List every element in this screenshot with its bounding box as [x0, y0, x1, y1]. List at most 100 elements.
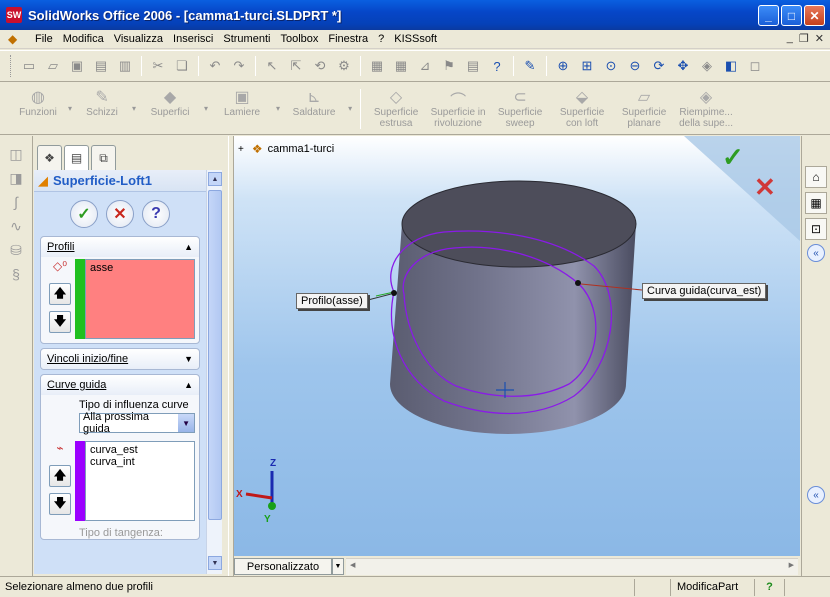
zoom-fit-icon[interactable]: ⊕: [553, 56, 573, 76]
measure-icon[interactable]: ⊿: [415, 56, 435, 76]
display-style-icon[interactable]: ◻: [745, 56, 765, 76]
select-filter-icon[interactable]: ⇱: [286, 56, 306, 76]
influence-type-select[interactable]: Alla prossima guida ▼: [79, 411, 195, 435]
expand-arrow-icon[interactable]: ▼: [184, 354, 193, 364]
menu-kisssoft[interactable]: KISSsoft: [389, 30, 442, 49]
curve-guida-header[interactable]: Curve guida ▲: [41, 375, 199, 395]
profile-callout[interactable]: Profilo(asse): [296, 293, 368, 309]
new-document-icon[interactable]: ▭: [19, 56, 39, 76]
lamiere-dropdown-icon[interactable]: ▾: [276, 104, 280, 113]
menu-strumenti[interactable]: Strumenti: [218, 30, 275, 49]
rotate-view-icon[interactable]: ⟳: [649, 56, 669, 76]
document-icon[interactable]: ◆: [8, 32, 24, 46]
file-explorer-icon[interactable]: ⊡: [805, 218, 827, 240]
toolbar-schizzi[interactable]: ✎ Schizzi: [76, 87, 128, 118]
toolbar-grip[interactable]: [10, 55, 13, 77]
collapse-arrow-icon[interactable]: ▲: [184, 380, 193, 390]
property-manager-scrollbar[interactable]: ▲ ▼: [206, 170, 222, 574]
zoom-area-icon[interactable]: ⊞: [577, 56, 597, 76]
undo-icon[interactable]: ↶: [205, 56, 225, 76]
copy-icon[interactable]: ❏: [172, 56, 192, 76]
featuremanager-tab[interactable]: ❖: [37, 145, 62, 170]
minimize-button[interactable]: _: [758, 5, 779, 26]
revolve-icon[interactable]: ◨: [6, 170, 26, 188]
saldature-dropdown-icon[interactable]: ▾: [348, 104, 352, 113]
helix-icon[interactable]: §: [6, 266, 26, 284]
scroll-left-icon[interactable]: ◀: [350, 561, 355, 569]
toolbar-saldature[interactable]: ⊾ Saldature: [284, 87, 344, 118]
guide-curve-point[interactable]: [575, 280, 581, 286]
status-help-icon[interactable]: ?: [754, 578, 784, 596]
select-pointer-icon[interactable]: ↖: [262, 56, 282, 76]
tool-superficie-planare[interactable]: ▱ Superficie planare: [613, 87, 675, 129]
guide-curves-listbox[interactable]: curva_est curva_int: [85, 441, 195, 521]
sketch-tool-icon[interactable]: ✎: [520, 56, 540, 76]
save-icon[interactable]: ▣: [67, 56, 87, 76]
help-button[interactable]: ?: [142, 200, 170, 228]
task-pane-collapse-icon[interactable]: «: [807, 244, 825, 262]
menu-file[interactable]: File: [30, 30, 58, 49]
superfici-dropdown-icon[interactable]: ▾: [204, 104, 208, 113]
menu-finestra[interactable]: Finestra: [323, 30, 373, 49]
guide-curve-item[interactable]: curva_int: [90, 456, 190, 468]
funzioni-dropdown-icon[interactable]: ▾: [68, 104, 72, 113]
schizzi-dropdown-icon[interactable]: ▾: [132, 104, 136, 113]
vincoli-header[interactable]: Vincoli inizio/fine ▼: [41, 349, 199, 369]
standard-views-icon[interactable]: ◧: [721, 56, 741, 76]
confirm-check-icon[interactable]: ✓: [722, 142, 744, 173]
menu-help[interactable]: ?: [373, 30, 389, 49]
cancel-button[interactable]: ✕: [106, 200, 134, 228]
move-down-button[interactable]: 🡇: [49, 311, 71, 333]
table-icon[interactable]: ▦: [391, 56, 411, 76]
menu-visualizza[interactable]: Visualizza: [109, 30, 168, 49]
configuration-tab[interactable]: Personalizzato: [234, 558, 332, 575]
loft-icon[interactable]: ⛁: [6, 242, 26, 260]
properties-icon[interactable]: ▤: [463, 56, 483, 76]
zoom-in-out-icon[interactable]: ⊙: [601, 56, 621, 76]
toolbar-lamiere[interactable]: ▣ Lamiere: [212, 87, 272, 118]
doc-close-button[interactable]: ✕: [815, 32, 824, 45]
design-library-icon[interactable]: ▦: [805, 192, 827, 214]
menu-inserisci[interactable]: Inserisci: [168, 30, 218, 49]
zoom-selection-icon[interactable]: ⊖: [625, 56, 645, 76]
help-icon[interactable]: ?: [487, 56, 507, 76]
horizontal-scrollbar[interactable]: ◀ ▶: [346, 558, 798, 575]
profile-list-item[interactable]: asse: [90, 262, 190, 274]
guide-move-down-button[interactable]: 🡇: [49, 493, 71, 515]
profiles-listbox[interactable]: asse: [85, 259, 195, 339]
toolbar-superfici[interactable]: ◆ Superfici: [140, 87, 200, 118]
tool-superficie-estrusa[interactable]: ◇ Superficie estrusa: [365, 87, 427, 129]
view-orientation-icon[interactable]: ◈: [697, 56, 717, 76]
profile-point[interactable]: [391, 290, 397, 296]
configurationmanager-tab[interactable]: ⧉: [91, 145, 116, 170]
sweep-icon[interactable]: ∫: [6, 194, 26, 212]
collapse-arrow-icon[interactable]: ▲: [184, 242, 193, 252]
menu-toolbox[interactable]: Toolbox: [275, 30, 323, 49]
open-icon[interactable]: ▱: [43, 56, 63, 76]
scroll-down-icon[interactable]: ▼: [208, 556, 222, 570]
scrollbar-thumb[interactable]: [208, 190, 222, 520]
task-pane-expand-icon[interactable]: «: [807, 486, 825, 504]
confirm-cancel-icon[interactable]: ✕: [754, 172, 776, 203]
macro-icon[interactable]: ⚑: [439, 56, 459, 76]
configuration-dropdown-icon[interactable]: ▼: [332, 558, 344, 575]
scroll-right-icon[interactable]: ▶: [789, 561, 794, 569]
guide-curve-item[interactable]: curva_est: [90, 444, 190, 456]
extrude-icon[interactable]: ◫: [6, 146, 26, 164]
tool-riempimento-superficie[interactable]: ◈ Riempime... della supe...: [675, 87, 737, 129]
doc-restore-button[interactable]: ❐: [799, 32, 809, 45]
solidworks-resources-icon[interactable]: ⌂: [805, 166, 827, 188]
tool-superficie-rivoluzione[interactable]: ⌒ Superficie in rivoluzione: [427, 87, 489, 129]
curve-icon[interactable]: ∿: [6, 218, 26, 236]
redo-icon[interactable]: ↷: [229, 56, 249, 76]
pan-icon[interactable]: ✥: [673, 56, 693, 76]
close-button[interactable]: ✕: [804, 5, 825, 26]
rebuild-icon[interactable]: ⟲: [310, 56, 330, 76]
chevron-down-icon[interactable]: ▼: [178, 414, 194, 432]
solidworks-app-icon[interactable]: SW: [6, 7, 22, 23]
scroll-up-icon[interactable]: ▲: [208, 172, 222, 186]
options-icon[interactable]: ⚙: [334, 56, 354, 76]
ok-button[interactable]: ✓: [70, 200, 98, 228]
move-up-button[interactable]: 🡅: [49, 283, 71, 305]
propertymanager-tab[interactable]: ▤: [64, 145, 89, 170]
